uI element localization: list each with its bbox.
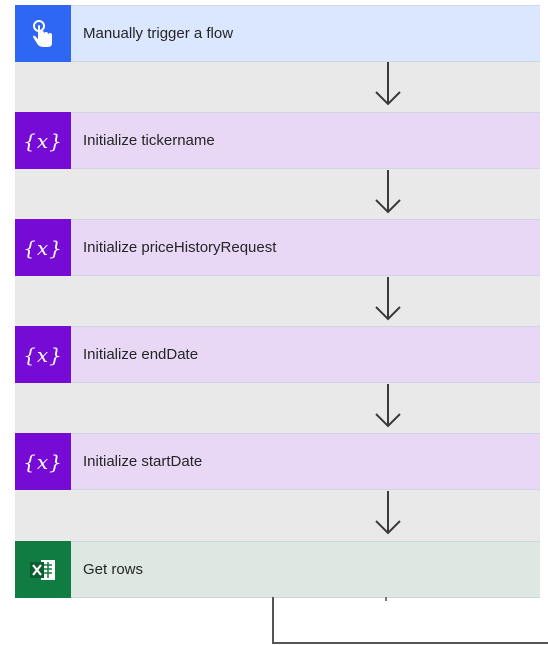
excel-icon (15, 541, 71, 598)
connector-arrow (375, 62, 401, 106)
connector-arrow (375, 170, 401, 214)
connector-arrow (375, 491, 401, 535)
step-manually-trigger-flow[interactable]: Manually trigger a flow (15, 5, 540, 62)
step-initialize-tickername[interactable]: {x} Initialize tickername (15, 112, 540, 169)
variable-icon: {x} (15, 433, 71, 490)
connector-arrow (375, 277, 401, 321)
step-initialize-pricehistoryrequest[interactable]: {x} Initialize priceHistoryRequest (15, 219, 540, 276)
step-label: Initialize startDate (83, 453, 203, 470)
step-initialize-startdate[interactable]: {x} Initialize startDate (15, 433, 540, 490)
variable-icon: {x} (15, 326, 71, 383)
touch-hand-icon (15, 5, 71, 62)
step-label: Get rows (83, 561, 144, 578)
variable-icon: {x} (15, 219, 71, 276)
connector-arrow (375, 384, 401, 428)
step-get-rows[interactable]: Get rows (15, 541, 540, 598)
container-outline (272, 597, 548, 644)
step-label: Initialize tickername (83, 132, 215, 149)
variable-icon: {x} (15, 112, 71, 169)
step-label: Initialize priceHistoryRequest (83, 239, 277, 256)
step-label: Initialize endDate (83, 346, 199, 363)
step-initialize-enddate[interactable]: {x} Initialize endDate (15, 326, 540, 383)
step-label: Manually trigger a flow (83, 25, 234, 42)
flow-canvas (15, 5, 540, 597)
